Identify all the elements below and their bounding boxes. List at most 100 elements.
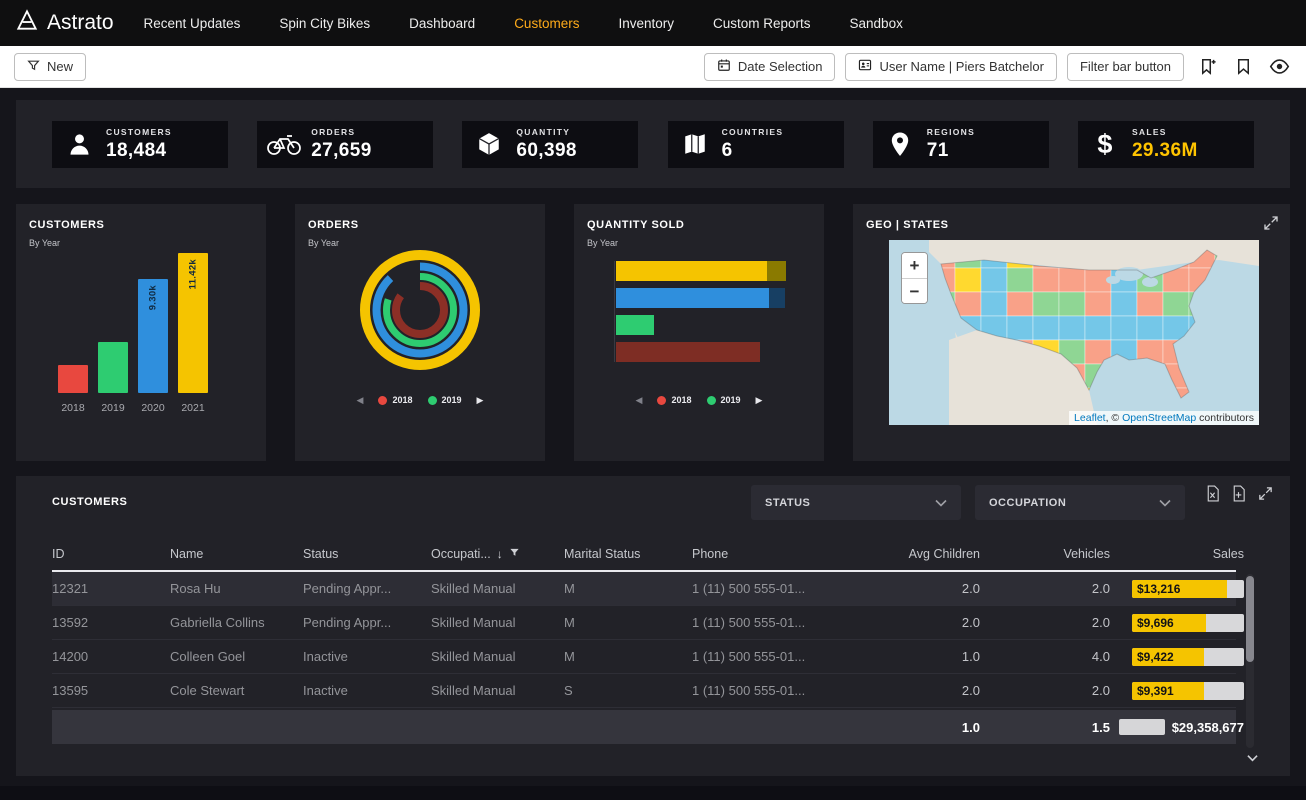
nav-item-inventory[interactable]: Inventory (618, 16, 674, 31)
hbar-2019[interactable] (616, 315, 786, 335)
state-shape[interactable] (1163, 292, 1189, 316)
map-attribution: Leaflet, © OpenStreetMap contributors (1069, 411, 1259, 425)
new-filter-button[interactable]: New (14, 53, 86, 81)
leaflet-link[interactable]: Leaflet (1074, 412, 1106, 424)
state-shape[interactable] (1137, 316, 1163, 340)
state-shape[interactable] (1059, 316, 1085, 340)
expand-icon[interactable] (1262, 214, 1280, 232)
nav-item-custom-reports[interactable]: Custom Reports (713, 16, 811, 31)
legend-item-2018[interactable]: 2018 (378, 395, 412, 405)
bar-2021[interactable]: 11.42k (178, 253, 208, 393)
legend-prev-arrow[interactable]: ◀ (636, 395, 643, 406)
nav-item-customers[interactable]: Customers (514, 16, 579, 31)
legend-prev-arrow[interactable]: ◀ (357, 395, 364, 406)
openstreetmap-link[interactable]: OpenStreetMap (1122, 412, 1196, 424)
state-shape[interactable] (1085, 316, 1111, 340)
table-row[interactable]: 13592Gabriella CollinsPending Appr...Ski… (52, 606, 1236, 640)
state-shape[interactable] (1033, 268, 1059, 292)
column-header-id[interactable]: ID (52, 547, 170, 561)
nav-item-recent-updates[interactable]: Recent Updates (144, 16, 241, 31)
kpi-card-customers: CUSTOMERS18,484 (52, 121, 228, 168)
zoom-in-button[interactable]: + (902, 253, 927, 278)
state-shape[interactable] (1007, 292, 1033, 316)
date-selection-button[interactable]: Date Selection (704, 53, 836, 81)
state-shape[interactable] (1007, 316, 1033, 340)
kpi-label: COUNTRIES (722, 127, 784, 137)
bookmark-icon[interactable] (1230, 54, 1256, 80)
kpi-value: 27,659 (311, 140, 372, 162)
table-row[interactable]: 12321Rosa HuPending Appr...Skilled Manua… (52, 572, 1236, 606)
legend-next-arrow[interactable]: ▶ (477, 395, 484, 406)
sort-descending-icon[interactable]: ↓ (497, 547, 503, 561)
hbar-2020[interactable] (616, 288, 786, 308)
bookmark-add-icon[interactable] (1194, 54, 1220, 80)
scroll-down-arrow-icon[interactable] (1247, 750, 1258, 765)
table-scrollbar-thumb[interactable] (1246, 576, 1254, 662)
user-name-button[interactable]: User Name | Piers Batchelor (845, 53, 1057, 81)
state-shape[interactable] (1059, 268, 1085, 292)
table-scrollbar-track[interactable] (1246, 574, 1254, 748)
column-header-marital-status[interactable]: Marital Status (564, 547, 692, 561)
filter-bar-button[interactable]: Filter bar button (1067, 53, 1184, 81)
bar-2020[interactable]: 9.30k (138, 279, 168, 393)
column-header-avg-children[interactable]: Avg Children (860, 547, 980, 561)
donut-ring-2018[interactable] (396, 286, 444, 334)
state-shape[interactable] (1033, 316, 1059, 340)
export-excel-icon[interactable] (1205, 485, 1220, 502)
state-shape[interactable] (1007, 268, 1033, 292)
column-filter-funnel-icon[interactable] (509, 547, 520, 561)
cell-sales: $9,422 (1110, 648, 1244, 666)
customers-bar-x-axis: 2018201920202021 (58, 402, 208, 414)
column-header-name[interactable]: Name (170, 547, 303, 561)
geo-states-card: GEO | STATES + (853, 204, 1290, 461)
column-header-phone[interactable]: Phone (692, 547, 860, 561)
kpi-meta: QUANTITY60,398 (516, 127, 577, 162)
legend-item-2019[interactable]: 2019 (707, 395, 741, 405)
toolbar-right: Date Selection User Name | Piers Batchel… (704, 53, 1292, 81)
status-filter-dropdown[interactable]: STATUS (751, 485, 961, 520)
state-shape[interactable] (1111, 292, 1137, 316)
hbar-2018[interactable] (616, 342, 786, 362)
customers-table: ID NameStatusOccupati...↓Marital StatusPh… (52, 538, 1236, 744)
cell-id: 13595 (52, 683, 170, 698)
bar-2018[interactable] (58, 365, 88, 393)
expand-icon[interactable] (1257, 485, 1274, 502)
top-nav: Astrato Recent Updates Spin City Bikes Das… (0, 0, 1306, 46)
state-shape[interactable] (1137, 292, 1163, 316)
export-document-icon[interactable] (1231, 485, 1246, 502)
column-header-status[interactable]: Status (303, 547, 431, 561)
state-shape[interactable] (981, 268, 1007, 292)
column-header-occupati[interactable]: Occupati...↓ (431, 547, 564, 561)
table-row[interactable]: 14200Colleen GoelInactiveSkilled ManualM… (52, 640, 1236, 674)
astrato-logo[interactable]: Astrato (16, 9, 114, 37)
column-label: ID (52, 547, 65, 561)
legend-next-arrow[interactable]: ▶ (756, 395, 763, 406)
state-shape[interactable] (981, 292, 1007, 316)
column-header-sales[interactable]: Sales (1110, 547, 1244, 561)
state-shape[interactable] (1111, 316, 1137, 340)
hbar-2021[interactable] (616, 261, 786, 281)
legend-item-2018[interactable]: 2018 (657, 395, 691, 405)
bar-2019[interactable] (98, 342, 128, 393)
state-shape[interactable] (955, 268, 981, 292)
cell-marital: M (564, 615, 692, 630)
state-shape[interactable] (1033, 292, 1059, 316)
table-row[interactable]: 13595Cole StewartInactiveSkilled ManualS… (52, 674, 1236, 708)
customers-table-panel: CUSTOMERS STATUS OCCUPATION I (16, 476, 1290, 776)
occupation-filter-dropdown[interactable]: OCCUPATION (975, 485, 1185, 520)
state-shape[interactable] (1059, 292, 1085, 316)
kpi-label: CUSTOMERS (106, 127, 172, 137)
legend-item-2019[interactable]: 2019 (428, 395, 462, 405)
nav-item-dashboard[interactable]: Dashboard (409, 16, 475, 31)
state-shape[interactable] (1085, 292, 1111, 316)
nav-item-spin-city-bikes[interactable]: Spin City Bikes (279, 16, 370, 31)
us-states-map[interactable]: + − Leaflet, © OpenStreetMap contributor… (889, 240, 1259, 425)
donut-ring-2021[interactable] (365, 255, 475, 365)
eye-icon[interactable] (1266, 54, 1292, 80)
cell-marital: M (564, 581, 692, 596)
nav-item-sandbox[interactable]: Sandbox (850, 16, 903, 31)
funnel-icon (27, 59, 40, 75)
zoom-out-button[interactable]: − (902, 278, 927, 303)
column-header-vehicles[interactable]: Vehicles (980, 547, 1110, 561)
kpi-meta: ORDERS27,659 (311, 127, 372, 162)
